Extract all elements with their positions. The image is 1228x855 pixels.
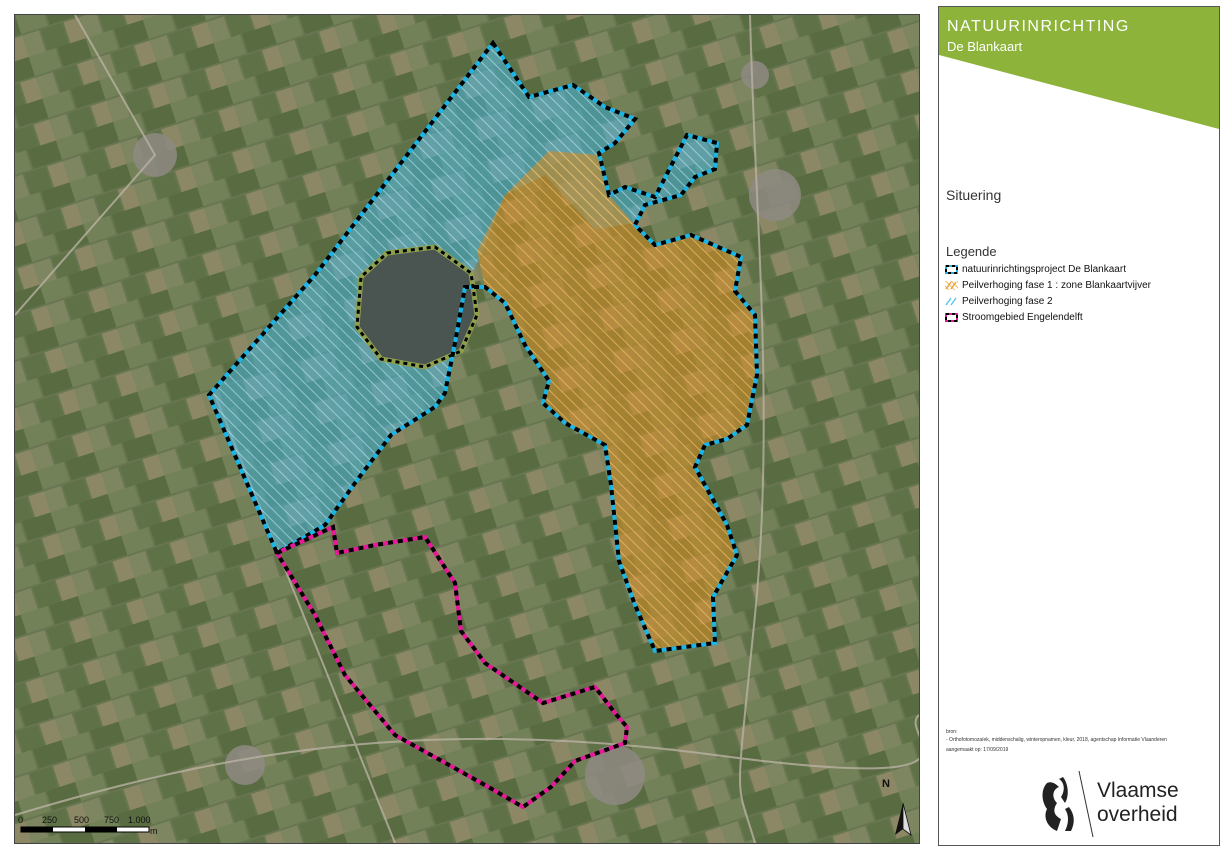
scale-tick-0: 0: [18, 815, 24, 825]
blankaart-lake: [354, 244, 480, 370]
map-frame[interactable]: [14, 14, 920, 844]
legend-label-fase1: Peilverhoging fase 1 : zone Blankaartvij…: [962, 279, 1151, 291]
logo-line2: overheid: [1097, 803, 1178, 826]
source-text: - Orthofotomozaïek, middenschalig, winte…: [946, 737, 1167, 743]
scale-tick-1000: 1.000: [128, 815, 151, 825]
created-date: aangemaakt op: 17/09/2019: [946, 747, 1009, 753]
section-title: Situering: [946, 187, 1002, 203]
map-canvas[interactable]: [15, 15, 919, 843]
scalebar: [20, 826, 150, 833]
project-boundary-swatch: [945, 264, 958, 274]
vlaamse-overheid-logo: Vlaamse overheid: [1035, 769, 1195, 839]
legend-label-fase2: Peilverhoging fase 2: [962, 295, 1053, 307]
legend-label-project: natuurinrichtingsproject De Blankaart: [962, 263, 1126, 275]
fase2-hatch-swatch: [945, 297, 957, 305]
scale-tick-500: 500: [74, 815, 90, 825]
scale-tick-750: 750: [104, 815, 120, 825]
fase1-hatch-swatch: [945, 280, 958, 290]
legend-item-engelendelft: Stroomgebied Engelendelft: [945, 310, 1083, 324]
legend-item-fase1: Peilverhoging fase 1 : zone Blankaartvij…: [945, 278, 1151, 292]
legend-label-engelendelft: Stroomgebied Engelendelft: [962, 311, 1083, 323]
scale-unit: m: [150, 826, 158, 836]
legend-panel: NATUURINRICHTING De Blankaart Situering …: [938, 6, 1220, 846]
logo-line1: Vlaamse: [1097, 779, 1179, 802]
north-label: N: [882, 778, 890, 790]
source-label: bron:: [946, 729, 958, 735]
legend-title: Legende: [946, 244, 997, 259]
banner-title: NATUURINRICHTING: [947, 18, 1130, 35]
flemish-lion-icon: [1042, 770, 1094, 838]
legend-item-project: natuurinrichtingsproject De Blankaart: [945, 262, 1126, 276]
banner-subtitle: De Blankaart: [947, 39, 1023, 54]
engelendelft-boundary-swatch: [945, 312, 958, 322]
scale-tick-250: 250: [42, 815, 58, 825]
legend-item-fase2: Peilverhoging fase 2: [945, 294, 1053, 308]
